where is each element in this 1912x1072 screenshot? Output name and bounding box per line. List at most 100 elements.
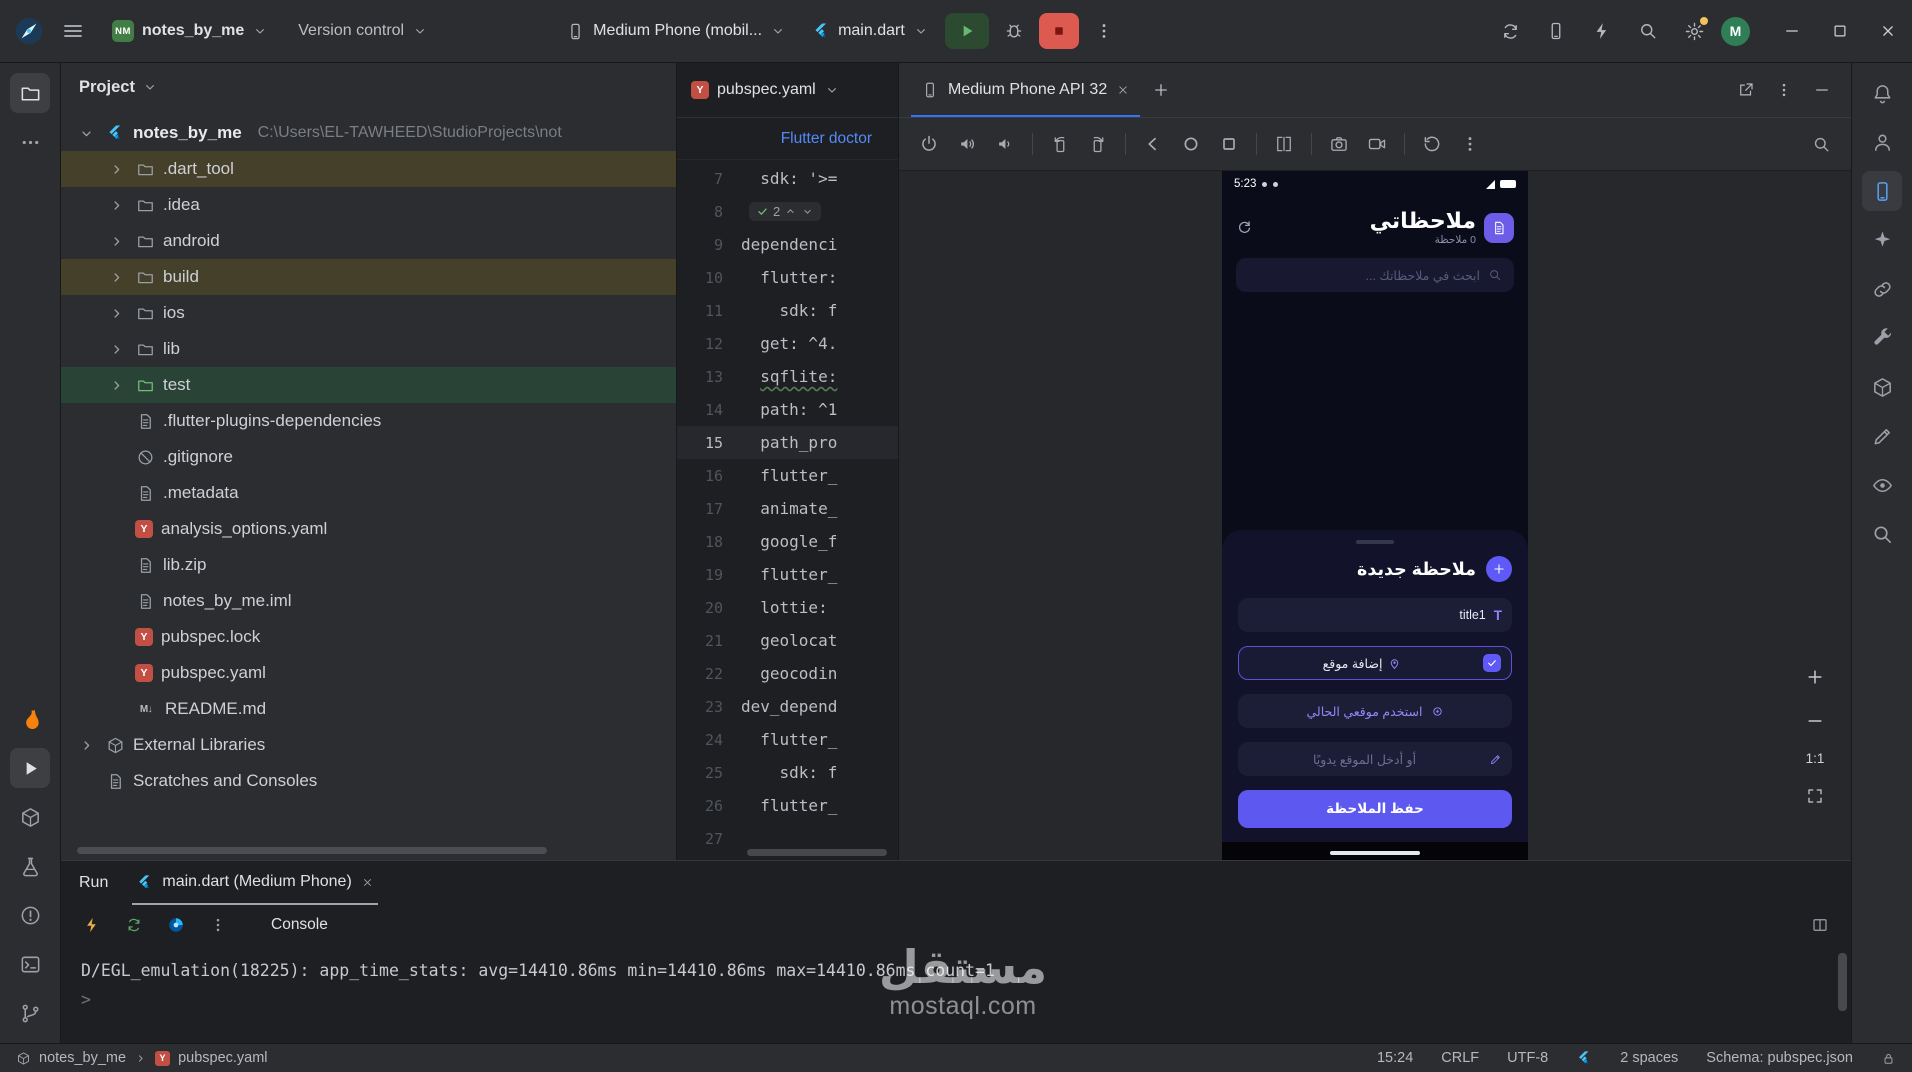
rotate-left-button[interactable] — [1042, 126, 1078, 162]
encoding-widget[interactable]: UTF-8 — [1507, 1050, 1548, 1066]
editor-line-23[interactable]: 23 dev_depend — [677, 690, 898, 723]
gemini-tool-button[interactable] — [1862, 220, 1902, 260]
screenshot-button[interactable] — [1321, 126, 1357, 162]
editor-line-9[interactable]: 9 dependenci — [677, 228, 898, 261]
tree-item-dart-tool[interactable]: .dart_tool — [61, 151, 676, 187]
dart-devtools-button[interactable] — [163, 912, 189, 938]
more-console-actions-button[interactable] — [205, 912, 231, 938]
more-options-button[interactable] — [1767, 73, 1801, 107]
layout-inspector-tool-button[interactable] — [1862, 465, 1902, 505]
breadcrumb-module[interactable]: notes_by_me — [39, 1050, 126, 1066]
back-button[interactable] — [1135, 126, 1171, 162]
editor-line-15[interactable]: 15 path_pro — [677, 426, 898, 459]
tree-item-readme-md[interactable]: M↓ README.md — [61, 691, 676, 727]
readonly-lock-icon[interactable] — [1881, 1051, 1896, 1066]
notifications-button[interactable] — [1862, 73, 1902, 113]
tree-item-idea[interactable]: .idea — [61, 187, 676, 223]
editor-line-10[interactable]: 10 flutter: — [677, 261, 898, 294]
tree-item-metadata[interactable]: .metadata — [61, 475, 676, 511]
window-maximize-button[interactable] — [1816, 0, 1864, 63]
cursor-position-widget[interactable]: 15:24 — [1377, 1050, 1413, 1066]
more-run-actions-button[interactable] — [1085, 12, 1123, 50]
fit-to-screen-button[interactable] — [1801, 782, 1829, 810]
editor-line-16[interactable]: 16 flutter_ — [677, 459, 898, 492]
user-avatar[interactable]: M — [1721, 16, 1750, 46]
refresh-notes-button[interactable] — [1236, 219, 1253, 236]
tree-item-ios[interactable]: ios — [61, 295, 676, 331]
editor-line-22[interactable]: 22 geocodin — [677, 657, 898, 690]
tree-item-build[interactable]: build — [61, 259, 676, 295]
project-view-selector[interactable] — [142, 79, 158, 95]
project-selector[interactable]: NM notes_by_me — [102, 12, 278, 50]
zoom-out-button[interactable] — [1801, 707, 1829, 735]
tree-item-pubspec-lock[interactable]: Ypubspec.lock — [61, 619, 676, 655]
note-title-input[interactable]: T title1 — [1238, 598, 1512, 632]
line-separator-widget[interactable]: CRLF — [1441, 1050, 1479, 1066]
window-minimize-button[interactable] — [1768, 0, 1816, 63]
main-menu-button[interactable] — [54, 12, 92, 50]
tree-item-lib[interactable]: lib — [61, 331, 676, 367]
editor-line-20[interactable]: 20 lottie: — [677, 591, 898, 624]
version-control-tool-button[interactable] — [10, 993, 50, 1033]
editor-line-18[interactable]: 18 google_f — [677, 525, 898, 558]
editor-line-19[interactable]: 19 flutter_ — [677, 558, 898, 591]
hide-panel-button[interactable] — [1805, 73, 1839, 107]
editor-line-12[interactable]: 12 get: ^4. — [677, 327, 898, 360]
use-current-location-button[interactable]: استخدم موقعي الحالي — [1238, 694, 1512, 728]
tree-item-test[interactable]: test — [61, 367, 676, 403]
add-note-button[interactable] — [1486, 556, 1512, 582]
editor-tab-pubspec[interactable]: pubspec.yaml — [717, 81, 816, 99]
run-button[interactable] — [944, 13, 989, 49]
device-explorer-tool-button[interactable] — [1862, 367, 1902, 407]
next-match-icon[interactable] — [801, 205, 814, 218]
vcs-widget[interactable]: Version control — [288, 12, 438, 50]
running-devices-tool-button[interactable] — [1862, 171, 1902, 211]
editor-line-21[interactable]: 21 geolocat — [677, 624, 898, 657]
editor-line-11[interactable]: 11 sdk: f — [677, 294, 898, 327]
close-icon[interactable] — [1116, 83, 1130, 97]
tab-list-chevron[interactable] — [824, 82, 840, 98]
run-tool-button[interactable] — [10, 748, 50, 788]
editor-line-25[interactable]: 25 sdk: f — [677, 756, 898, 789]
open-in-window-button[interactable] — [1729, 73, 1763, 107]
editor-horizontal-scrollbar[interactable] — [747, 849, 887, 856]
build-variants-tool-button[interactable] — [1862, 318, 1902, 358]
rerun-button[interactable] — [121, 912, 147, 938]
fold-device-button[interactable] — [1266, 126, 1302, 162]
editor-line-14[interactable]: 14 path: ^1 — [677, 393, 898, 426]
window-close-button[interactable] — [1864, 0, 1912, 63]
tree-item-scratches-and-consoles[interactable]: Scratches and Consoles — [61, 763, 676, 799]
sheet-drag-handle[interactable] — [1356, 540, 1394, 544]
tree-item-flutter-plugins-dependencies[interactable]: .flutter-plugins-dependencies — [61, 403, 676, 439]
packages-tool-button[interactable] — [10, 797, 50, 837]
project-tool-button[interactable] — [10, 73, 50, 113]
home-button[interactable] — [1173, 126, 1209, 162]
search-everywhere-button[interactable] — [1629, 12, 1667, 50]
profiler-tool-button[interactable] — [1862, 122, 1902, 162]
tree-item-android[interactable]: android — [61, 223, 676, 259]
device-toolbar-search-button[interactable] — [1803, 126, 1839, 162]
tree-item-gitignore[interactable]: .gitignore — [61, 439, 676, 475]
close-icon[interactable] — [361, 876, 374, 889]
console-tab[interactable]: Console — [271, 916, 328, 934]
screen-record-button[interactable] — [1359, 126, 1395, 162]
indent-widget[interactable]: 2 spaces — [1620, 1050, 1678, 1066]
flutter-doctor-link[interactable]: Flutter doctor — [781, 130, 872, 148]
power-button[interactable] — [911, 126, 947, 162]
tree-item-lib-zip[interactable]: lib.zip — [61, 547, 676, 583]
editor-line-26[interactable]: 26 flutter_ — [677, 789, 898, 822]
breadcrumb-file[interactable]: pubspec.yaml — [178, 1050, 267, 1066]
app-quality-insights-button[interactable] — [10, 699, 50, 739]
tree-item-pubspec-yaml[interactable]: Ypubspec.yaml — [61, 655, 676, 691]
compose-tool-button[interactable] — [1862, 416, 1902, 456]
editor-line-17[interactable]: 17 animate_ — [677, 492, 898, 525]
zoom-in-button[interactable] — [1801, 663, 1829, 691]
app-inspection-tool-button[interactable] — [1862, 514, 1902, 554]
run-tab-main-dart[interactable]: main.dart (Medium Phone) — [132, 861, 378, 905]
rotate-right-button[interactable] — [1080, 126, 1116, 162]
volume-up-button[interactable] — [949, 126, 985, 162]
tree-root-notes-by-me[interactable]: notes_by_me C:\Users\EL-TAWHEED\StudioPr… — [61, 115, 676, 151]
console-scrollbar[interactable] — [1838, 953, 1847, 1011]
build-tool-button[interactable] — [10, 846, 50, 886]
add-location-toggle[interactable]: إضافة موقع — [1238, 646, 1512, 680]
